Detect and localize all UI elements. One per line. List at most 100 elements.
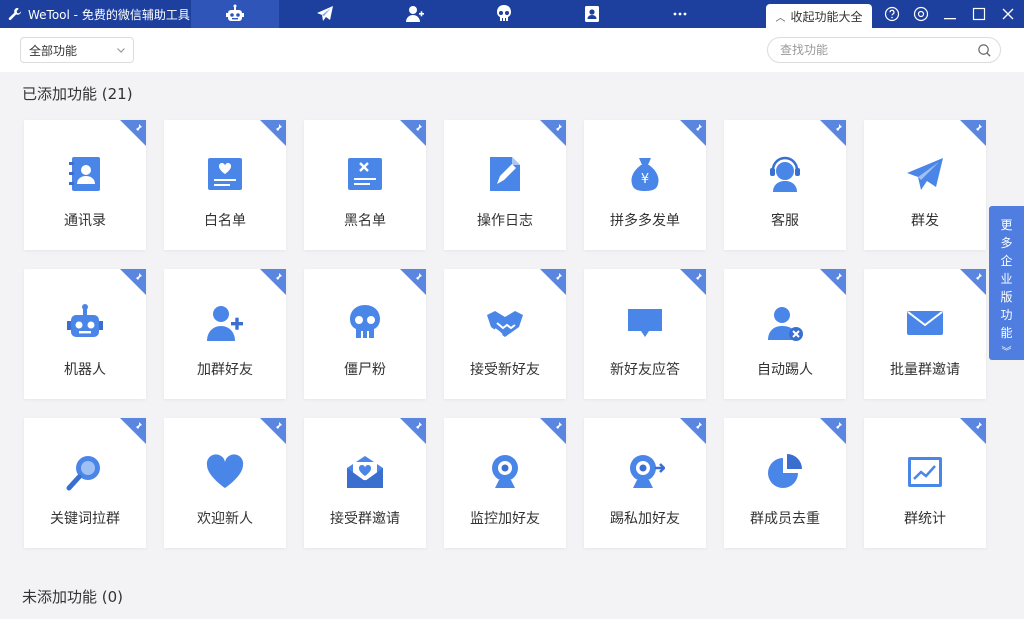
feature-card[interactable]: 群发 [864, 120, 986, 250]
feature-card[interactable]: 踢私加好友 [584, 418, 706, 548]
handshake-icon [487, 311, 523, 337]
envelope-icon [907, 311, 943, 335]
settings-icon [913, 6, 929, 22]
search-input[interactable] [780, 43, 960, 57]
pin-icon[interactable] [973, 421, 983, 431]
search-icon[interactable] [977, 43, 992, 58]
pin-icon[interactable] [973, 123, 983, 133]
feature-card[interactable]: 新好友应答 [584, 269, 706, 399]
whitelist-icon [208, 158, 242, 190]
feature-card[interactable]: 监控加好友 [444, 418, 566, 548]
line-chart-icon [908, 457, 942, 487]
feature-card[interactable]: 批量群邀请 [864, 269, 986, 399]
pin-icon[interactable] [133, 272, 143, 282]
feature-grid: 通讯录 白名单 黑名单 操作日志 ¥ 拼多多发单 客服 群发机器人 加群好友 僵尸粉 接受新好友 新好… [24, 120, 990, 548]
contacts-book-icon [69, 157, 100, 191]
pin-icon[interactable] [273, 272, 283, 282]
wrench-icon [8, 7, 22, 21]
feature-card[interactable]: 接受群邀请 [304, 418, 426, 548]
pin-icon[interactable] [693, 123, 703, 133]
feature-card-label: 客服 [771, 213, 799, 229]
more-enterprise-features-tab[interactable]: 更多企业版功能 ︾ [989, 206, 1024, 360]
feature-card[interactable]: 白名单 [164, 120, 286, 250]
feature-card-label: 批量群邀请 [890, 362, 960, 378]
heart-icon [206, 454, 244, 488]
pin-icon[interactable] [553, 272, 563, 282]
paper-plane-icon [907, 158, 943, 190]
title-bar: WeTool - 免费的微信辅助工具 ︿ 收起功能大全 [0, 0, 1024, 28]
feature-card-label: 自动踢人 [757, 362, 813, 378]
skull-icon [350, 305, 380, 338]
pin-icon[interactable] [833, 123, 843, 133]
feature-card-label: 监控加好友 [470, 511, 540, 527]
nav-tab-contacts[interactable] [548, 0, 636, 28]
feature-card[interactable]: 加群好友 [164, 269, 286, 399]
open-envelope-heart-icon [347, 456, 383, 488]
not-added-section-title: 未添加功能 (0) [22, 588, 124, 606]
minimize-button[interactable] [936, 0, 964, 28]
help-icon [884, 6, 900, 22]
feature-card[interactable]: 自动踢人 [724, 269, 846, 399]
feature-card-label: 机器人 [64, 362, 106, 378]
nav-tab-robot[interactable] [191, 0, 279, 28]
feature-card[interactable]: 客服 [724, 120, 846, 250]
feature-card[interactable]: 接受新好友 [444, 269, 566, 399]
pin-icon[interactable] [413, 421, 423, 431]
pin-icon[interactable] [833, 421, 843, 431]
feature-card-label: 关键词拉群 [50, 511, 120, 527]
feature-card[interactable]: 关键词拉群 [24, 418, 146, 548]
pin-icon[interactable] [273, 421, 283, 431]
feature-card[interactable]: 欢迎新人 [164, 418, 286, 548]
pin-icon[interactable] [833, 272, 843, 282]
pin-icon[interactable] [273, 123, 283, 133]
feature-card[interactable]: 僵尸粉 [304, 269, 426, 399]
nav-tab-send[interactable] [281, 0, 369, 28]
pin-icon[interactable] [693, 421, 703, 431]
settings-button[interactable] [907, 0, 935, 28]
nav-tab-more[interactable] [636, 0, 724, 28]
feature-card-label: 群发 [911, 213, 939, 229]
feature-card[interactable]: 黑名单 [304, 120, 426, 250]
feature-card-label: 接受新好友 [470, 362, 540, 378]
pin-icon[interactable] [133, 123, 143, 133]
nav-tab-add-friend[interactable] [371, 0, 459, 28]
skull-icon [497, 5, 511, 21]
chevron-up-icon: ︿ [775, 12, 786, 24]
contact-card-icon [585, 6, 599, 22]
double-chevron-down-icon: ︾ [1001, 347, 1012, 358]
close-button[interactable] [994, 0, 1022, 28]
feature-filter-select[interactable]: 全部功能 [20, 37, 134, 63]
feature-card[interactable]: 群成员去重 [724, 418, 846, 548]
maximize-button[interactable] [965, 0, 993, 28]
feature-card[interactable]: 机器人 [24, 269, 146, 399]
feature-card-label: 通讯录 [64, 213, 106, 229]
help-button[interactable] [878, 0, 906, 28]
operation-log-icon [490, 157, 520, 191]
collapse-features-tab[interactable]: ︿ 收起功能大全 [766, 4, 872, 28]
pin-icon[interactable] [973, 272, 983, 282]
feature-card-label: 新好友应答 [610, 362, 680, 378]
feature-card-label: 操作日志 [477, 213, 533, 229]
feature-card-label: 加群好友 [197, 362, 253, 378]
pin-icon[interactable] [553, 123, 563, 133]
close-icon [1002, 8, 1014, 20]
pin-icon[interactable] [553, 421, 563, 431]
feature-card-label: 黑名单 [344, 213, 386, 229]
feature-card-label: 群成员去重 [750, 511, 820, 527]
feature-card[interactable]: ¥ 拼多多发单 [584, 120, 706, 250]
customer-service-icon [770, 156, 800, 192]
pin-icon[interactable] [413, 123, 423, 133]
filter-value: 全部功能 [29, 43, 78, 58]
added-section-title: 已添加功能 (21) [22, 85, 133, 103]
blacklist-icon [348, 158, 382, 190]
pin-icon[interactable] [693, 272, 703, 282]
feature-card[interactable]: 群统计 [864, 418, 986, 548]
nav-tab-zombie[interactable] [460, 0, 548, 28]
pin-icon[interactable] [133, 421, 143, 431]
search-box[interactable] [767, 37, 1001, 63]
feature-card[interactable]: 操作日志 [444, 120, 566, 250]
paper-plane-icon [317, 6, 333, 21]
feature-card[interactable]: 通讯录 [24, 120, 146, 250]
app-title-text: WeTool - 免费的微信辅助工具 [28, 7, 190, 22]
pin-icon[interactable] [413, 272, 423, 282]
